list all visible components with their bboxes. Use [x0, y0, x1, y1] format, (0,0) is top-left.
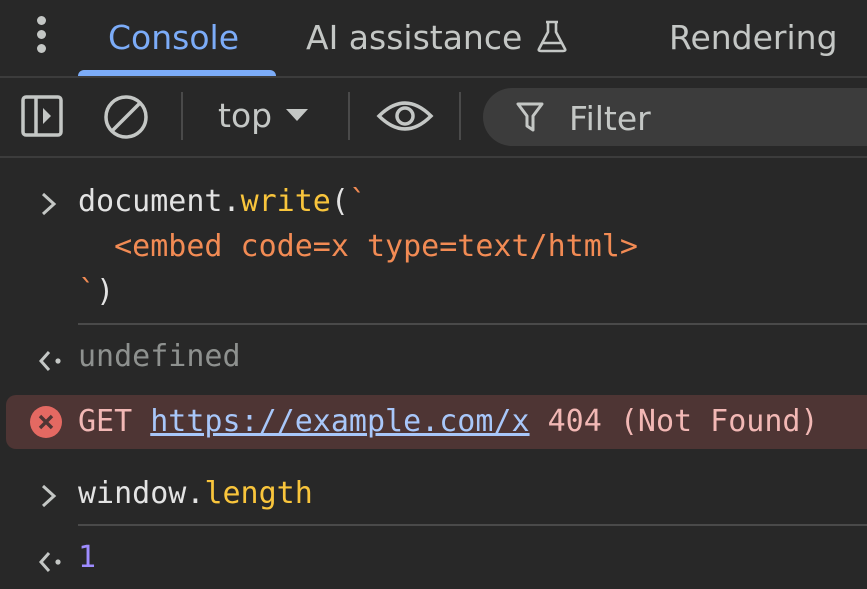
- tab-ai-assistance[interactable]: AI assistance: [306, 14, 568, 62]
- more-tabs-kebab-icon[interactable]: [34, 16, 50, 56]
- code-backtick: `: [78, 274, 97, 309]
- live-expression-eye-icon[interactable]: [376, 98, 434, 138]
- tab-rendering-label: Rendering: [669, 18, 838, 57]
- error-url-link[interactable]: https://example.com/x: [150, 404, 529, 439]
- result-value: undefined: [78, 339, 241, 374]
- error-method: GET: [78, 404, 151, 439]
- code-line-3: `): [78, 270, 114, 314]
- code-backtick: `: [348, 184, 367, 219]
- clear-console-icon[interactable]: [103, 94, 149, 144]
- devtools-tab-bar: Console AI assistance Rendering: [0, 0, 867, 78]
- error-text: GET https://example.com/x 404 (Not Found…: [78, 399, 819, 445]
- code-paren: (: [330, 184, 349, 219]
- show-sidebar-icon[interactable]: [20, 94, 64, 142]
- result-arrow-icon: [38, 547, 64, 582]
- input-chevron-icon: [38, 190, 60, 225]
- console-error-message[interactable]: GET https://example.com/x 404 (Not Found…: [6, 395, 867, 449]
- dropdown-arrow-icon: [286, 109, 309, 121]
- tab-ai-assistance-label: AI assistance: [306, 18, 523, 57]
- toolbar-divider: [459, 92, 461, 140]
- tab-rendering[interactable]: Rendering: [669, 14, 838, 62]
- code-method: write: [240, 184, 331, 219]
- result-value: 1: [78, 540, 97, 575]
- filter-funnel-icon: [516, 102, 544, 132]
- code-line-2: <embed code=x type=text/html>: [78, 229, 638, 264]
- code-object: window.: [78, 476, 205, 511]
- code-paren: ): [96, 274, 115, 309]
- code-property: length: [204, 476, 313, 511]
- context-select-value: top: [218, 96, 273, 135]
- console-output: document.write(` <embed code=x type=text…: [0, 158, 867, 589]
- error-icon: [30, 406, 62, 446]
- error-status: 404 (Not Found): [529, 404, 819, 439]
- code-line: window.length: [78, 472, 313, 516]
- toolbar-divider: [181, 92, 183, 140]
- input-chevron-icon: [38, 482, 60, 517]
- tab-console[interactable]: Console: [108, 14, 239, 62]
- entry-divider: [78, 524, 867, 526]
- flask-icon: [536, 18, 568, 66]
- code-line-1: document.write(`: [78, 180, 367, 224]
- entry-divider: [78, 323, 867, 325]
- code-object: document.: [78, 184, 241, 219]
- filter-box[interactable]: [483, 88, 867, 146]
- filter-input[interactable]: [567, 93, 867, 143]
- result-arrow-icon: [38, 346, 64, 381]
- active-tab-indicator: [78, 70, 276, 76]
- javascript-context-select[interactable]: top: [218, 92, 309, 140]
- console-toolbar: top: [0, 78, 867, 158]
- toolbar-divider: [348, 92, 350, 140]
- tab-console-label: Console: [108, 18, 240, 57]
